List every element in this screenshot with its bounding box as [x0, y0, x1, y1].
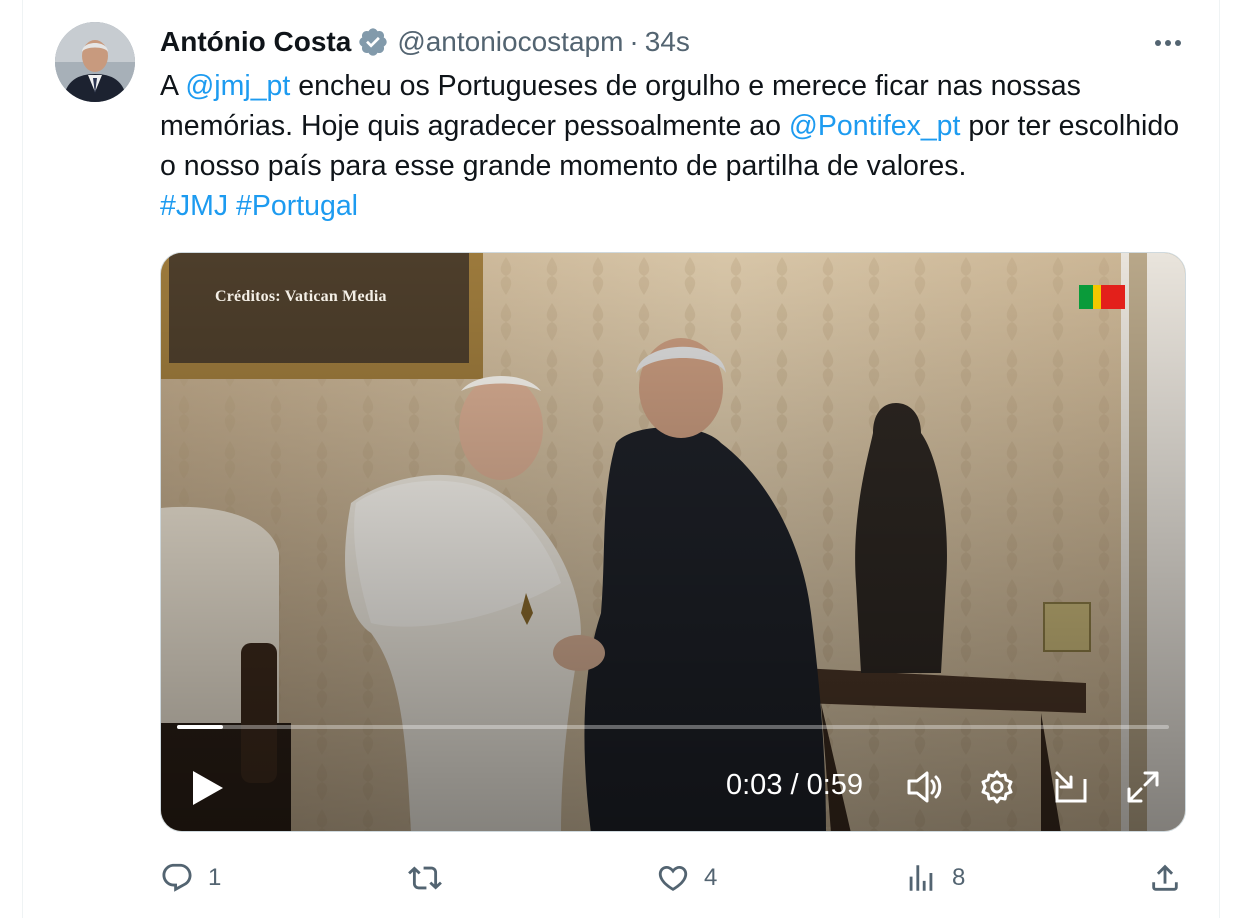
portugal-flag	[1079, 285, 1125, 309]
like-button[interactable]: 4	[656, 858, 717, 898]
meta-separator: ·	[629, 26, 639, 57]
video-timecode: 0:03 / 0:59	[726, 769, 864, 801]
flag-band	[1101, 285, 1125, 309]
views-icon	[909, 865, 933, 891]
flag-band	[1093, 285, 1101, 309]
mention-link[interactable]: @Pontifex_pt	[789, 110, 961, 142]
volume-icon[interactable]	[905, 767, 945, 807]
video-frame	[161, 253, 1185, 831]
hashtag-link[interactable]: #Portugal	[236, 190, 358, 222]
video-progress-bar[interactable]	[177, 725, 1169, 729]
mention-link[interactable]: @jmj_pt	[185, 70, 290, 102]
tweet-text: A @jmj_pt encheu os Portugueses de orgul…	[160, 66, 1200, 226]
author-name[interactable]: António Costa	[160, 26, 351, 58]
video-player[interactable]: Créditos: Vatican Media 0:03 / 0:59	[160, 252, 1186, 832]
text-segment: A	[160, 70, 186, 102]
fullscreen-icon[interactable]	[1123, 767, 1163, 807]
video-credit: Créditos: Vatican Media	[215, 288, 387, 305]
share-button[interactable]	[1148, 858, 1182, 898]
dock-icon[interactable]	[1051, 767, 1091, 807]
reply-button[interactable]: 1	[160, 858, 221, 898]
flag-band	[1079, 285, 1093, 309]
author-avatar[interactable]	[55, 22, 135, 102]
hashtag-link[interactable]: #JMJ	[160, 190, 228, 222]
more-icon[interactable]	[1148, 28, 1188, 58]
tweet-header: António Costa @antoniocostapm · 34s	[160, 22, 690, 62]
views-count: 8	[952, 864, 966, 891]
retweet-button[interactable]	[408, 858, 456, 898]
play-icon[interactable]	[187, 767, 227, 809]
settings-icon[interactable]	[977, 767, 1017, 807]
retweet-icon	[408, 866, 442, 890]
like-icon	[658, 865, 688, 891]
like-count: 4	[704, 864, 718, 891]
views-button[interactable]: 8	[904, 858, 965, 898]
video-progress-fill	[177, 725, 223, 729]
tweet-timestamp[interactable]: 34s	[645, 26, 690, 58]
author-handle[interactable]: @antoniocostapm	[397, 26, 623, 58]
reply-count: 1	[208, 864, 222, 891]
share-icon	[1152, 864, 1178, 891]
reply-icon	[162, 863, 192, 892]
verified-badge-icon[interactable]	[357, 26, 389, 58]
